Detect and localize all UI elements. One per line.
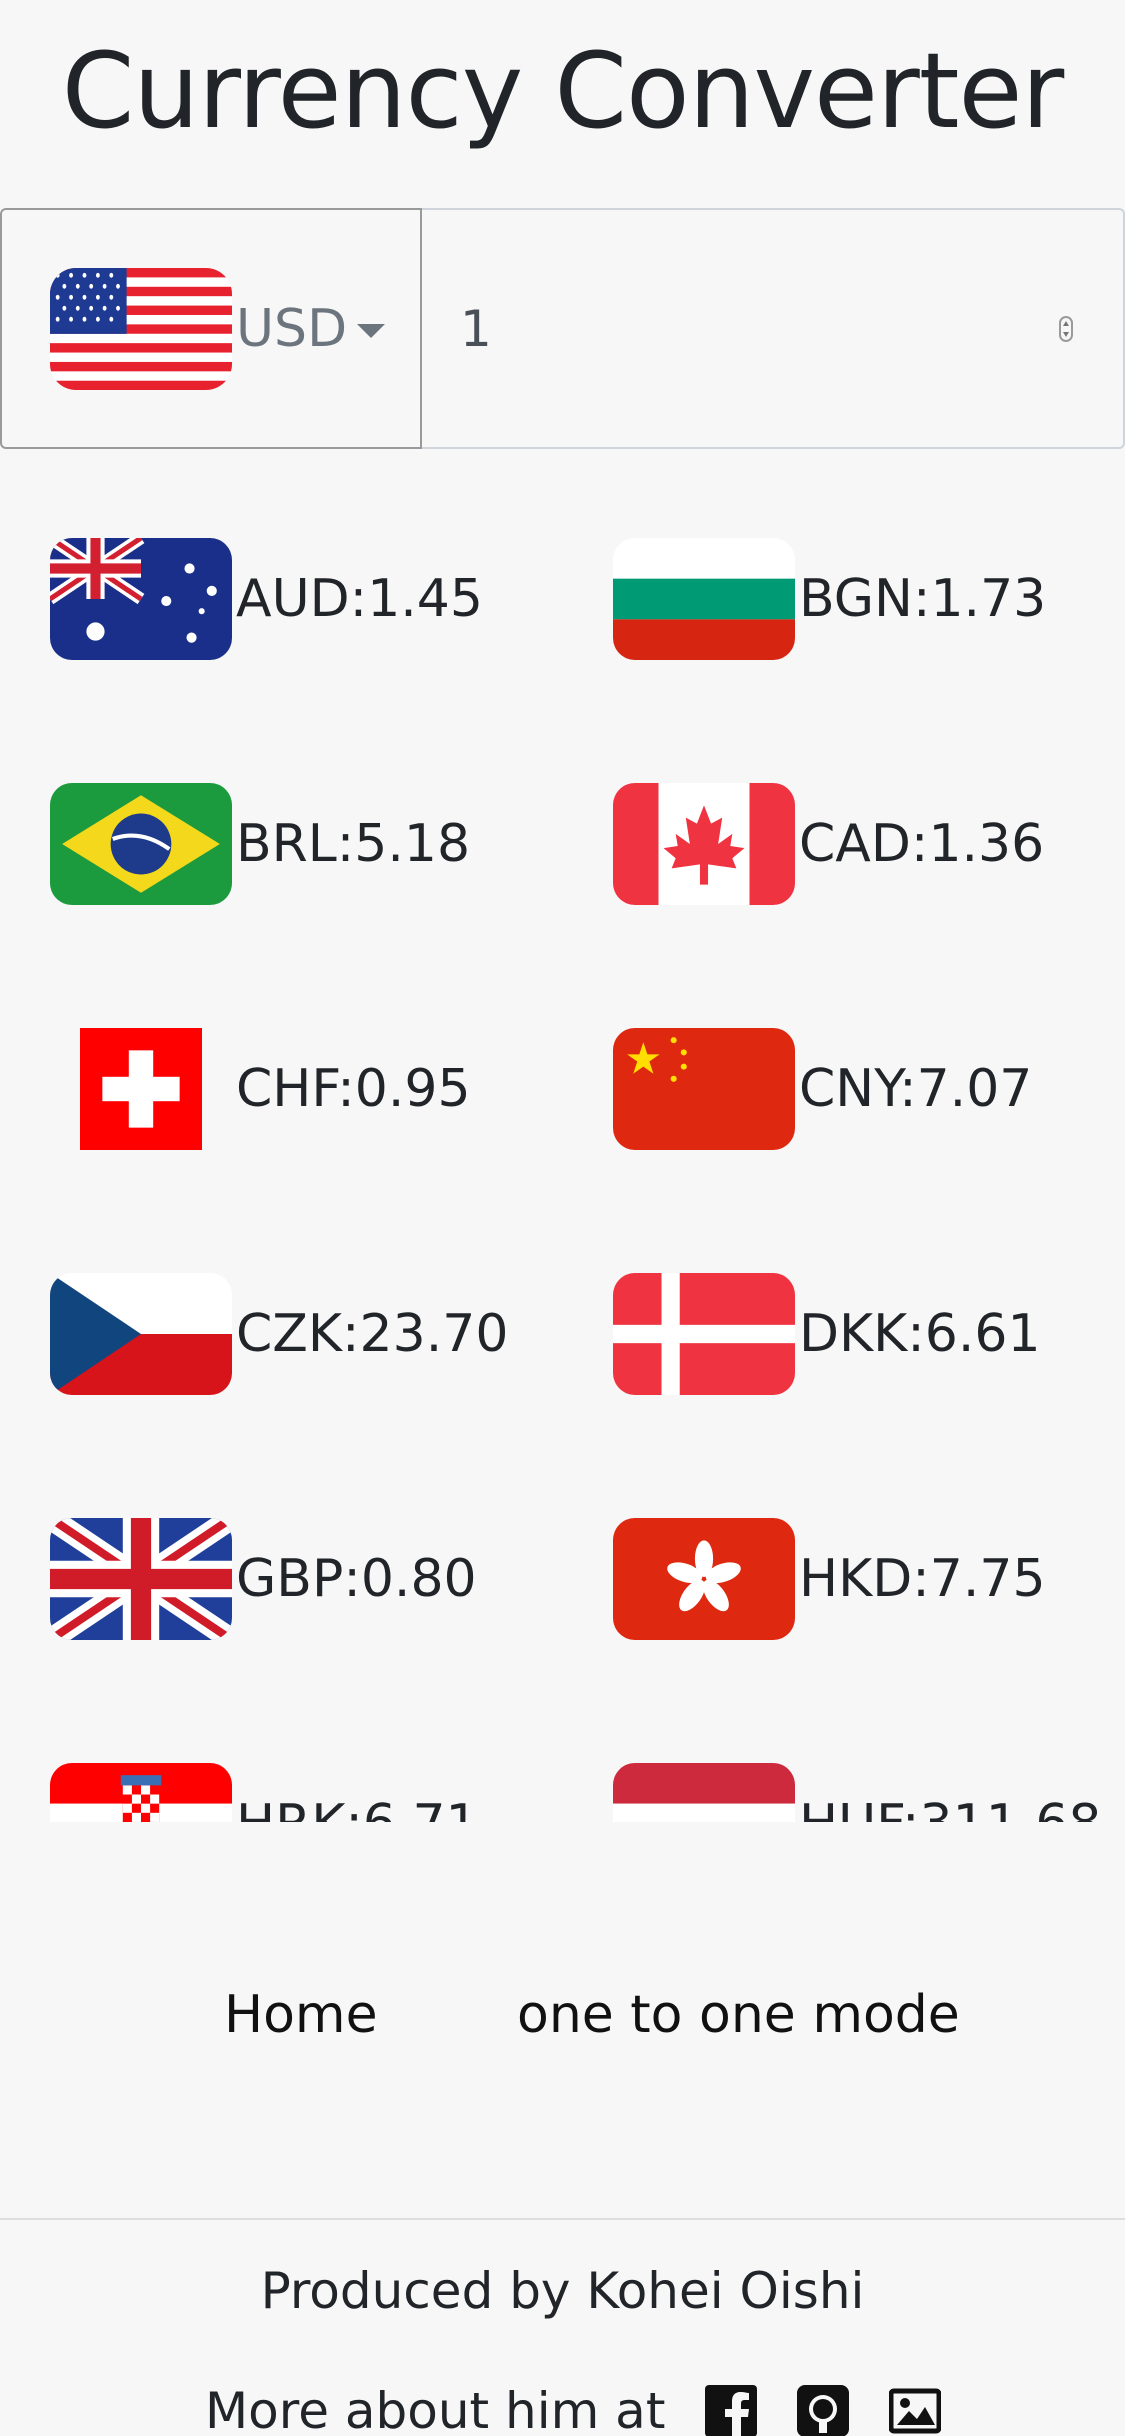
hong-kong-flag-icon (613, 1518, 795, 1640)
denmark-flag-icon (613, 1273, 795, 1395)
rate-label: CAD:1.36 (799, 814, 1045, 874)
facebook-icon[interactable] (705, 2385, 758, 2436)
footer: Produced by Kohei Oishi More about him a… (0, 2218, 1125, 2436)
china-flag-icon (613, 1028, 795, 1150)
rate-label: HRK:6.71 (236, 1794, 479, 1822)
image-icon[interactable] (888, 2385, 942, 2436)
rate-label: CHF:0.95 (236, 1059, 471, 1119)
rate-item-huf: HUF:311.68 (613, 1763, 1102, 1822)
rate-label: BRL:5.18 (236, 814, 471, 874)
hungary-flag-icon (613, 1763, 795, 1822)
rate-item-hrk: HRK:6.71 (50, 1763, 479, 1822)
rate-label: AUD:1.45 (236, 569, 483, 629)
croatia-flag-icon (50, 1763, 232, 1822)
rate-label: HKD:7.75 (799, 1549, 1046, 1609)
nav-home-link[interactable]: Home (224, 1985, 378, 2045)
brazil-flag-icon (50, 783, 232, 905)
bottom-nav: Home one to one mode (0, 1985, 1125, 2065)
base-currency-code: USD (236, 298, 348, 359)
czech-flag-icon (50, 1273, 232, 1395)
number-spinner-icon[interactable] (1059, 316, 1073, 342)
rates-list[interactable]: AUD:1.45 BGN:1.73 BRL:5.18 CAD:1.36 CHF:… (0, 470, 1125, 1822)
rate-item-bgn: BGN:1.73 (613, 538, 1046, 660)
github-icon[interactable] (797, 2385, 850, 2436)
rate-label: DKK:6.61 (799, 1304, 1041, 1364)
rate-item-hkd: HKD:7.75 (613, 1518, 1046, 1640)
rate-item-cad: CAD:1.36 (613, 783, 1044, 905)
converter-input-group: USD (0, 208, 1125, 449)
rate-item-gbp: GBP:0.80 (50, 1518, 477, 1640)
rate-item-czk: CZK:23.70 (50, 1273, 508, 1395)
nav-one-to-one-link[interactable]: one to one mode (517, 1985, 960, 2045)
rate-label: CNY:7.07 (799, 1059, 1033, 1119)
rate-label: HUF:311.68 (799, 1794, 1102, 1822)
produced-by-text: Produced by Kohei Oishi (260, 2262, 865, 2320)
rate-label: BGN:1.73 (799, 569, 1047, 629)
uk-flag-icon (50, 1518, 232, 1640)
rate-label: GBP:0.80 (236, 1549, 477, 1609)
rate-item-dkk: DKK:6.61 (613, 1273, 1041, 1395)
amount-input[interactable] (460, 299, 960, 358)
rate-item-cny: CNY:7.07 (613, 1028, 1032, 1150)
rate-item-brl: BRL:5.18 (50, 783, 470, 905)
australia-flag-icon (50, 538, 232, 660)
us-flag-icon (50, 267, 232, 390)
more-about-text: More about him at (205, 2382, 666, 2436)
base-currency-dropdown[interactable]: USD (0, 208, 422, 449)
page-title: Currency Converter (61, 30, 1065, 152)
rate-label: CZK:23.70 (236, 1304, 509, 1364)
bulgaria-flag-icon (613, 538, 795, 660)
canada-flag-icon (613, 783, 795, 905)
rate-item-chf: CHF:0.95 (50, 1028, 471, 1150)
chevron-down-icon (357, 323, 386, 338)
amount-field-container (422, 208, 1125, 449)
more-about-row: More about him at (205, 2382, 942, 2436)
rate-item-aud: AUD:1.45 (50, 538, 483, 660)
switzerland-flag-icon (80, 1028, 202, 1150)
